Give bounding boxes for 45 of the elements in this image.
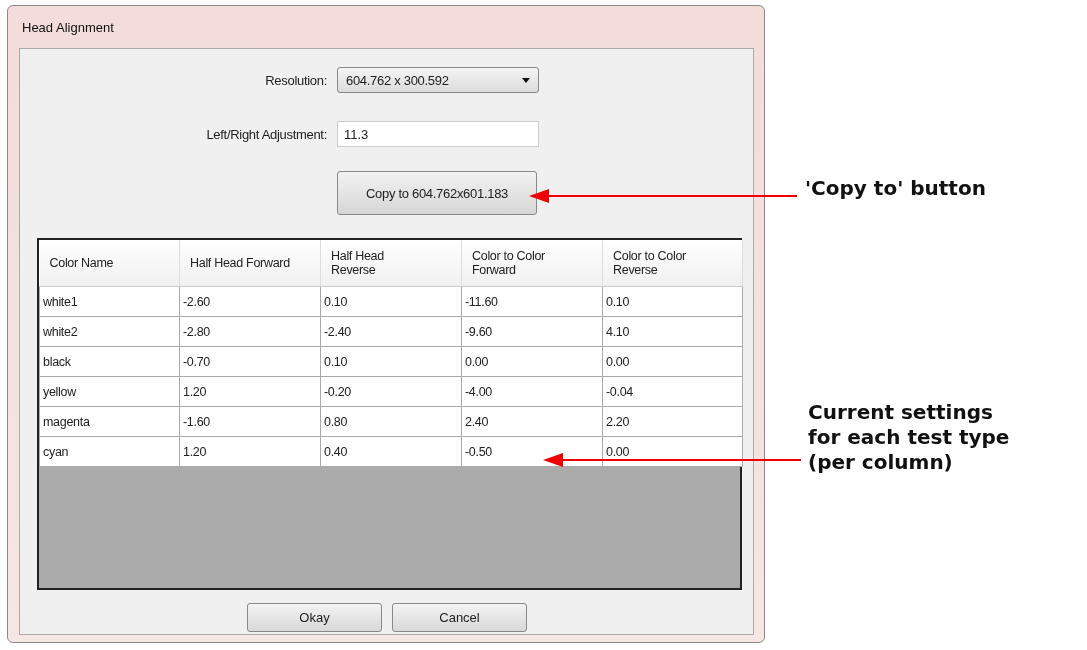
resolution-dropdown[interactable]: 604.762 x 300.592 [337, 67, 539, 93]
table-cell: 2.40 [461, 406, 603, 437]
callout-text: 'Copy to' button [805, 176, 986, 201]
table-cell: -0.04 [602, 376, 743, 407]
table-cell: 4.10 [602, 316, 743, 347]
table-cell: 0.80 [320, 406, 462, 437]
table-cell: 2.20 [602, 406, 743, 437]
callout-text: Current settings for each test type (per column) [808, 400, 1010, 475]
column-header[interactable]: Half Head Forward [179, 240, 321, 287]
table-cell: 0.00 [461, 346, 603, 377]
table-cell: -4.00 [461, 376, 603, 407]
field-label: Left/Right Adjustment: [205, 126, 328, 142]
table-cell: 0.10 [320, 346, 462, 377]
table-cell: yellow [39, 376, 180, 407]
table-cell: black [39, 346, 180, 377]
table-cell: white1 [39, 286, 180, 317]
column-header[interactable]: Color to Color Reverse [602, 240, 743, 287]
okay-button[interactable]: Okay [247, 603, 382, 632]
window-title: Head Alignment [21, 19, 115, 37]
column-header[interactable]: Half Head Reverse [320, 240, 462, 287]
table-cell: -1.60 [179, 406, 321, 437]
table-cell: 0.10 [320, 286, 462, 317]
table-cell: 0.40 [320, 436, 462, 467]
table-cell: -9.60 [461, 316, 603, 347]
column-header[interactable]: Color Name [39, 240, 180, 287]
table-cell: -2.60 [179, 286, 321, 317]
table-cell: -2.80 [179, 316, 321, 347]
table-cell: -2.40 [320, 316, 462, 347]
table-cell: 0.00 [602, 346, 743, 377]
copy-button[interactable]: Copy to 604.762x601.183 [337, 171, 537, 215]
table-cell: 0.00 [602, 436, 743, 467]
table-cell: white2 [39, 316, 180, 347]
table-cell: 0.10 [602, 286, 743, 317]
table-cell: 1.20 [179, 376, 321, 407]
table-cell: cyan [39, 436, 180, 467]
cancel-button[interactable]: Cancel [392, 603, 527, 632]
table-cell: magenta [39, 406, 180, 437]
table-cell: 1.20 [179, 436, 321, 467]
caret-icon [522, 77, 530, 83]
table-cell: -0.20 [320, 376, 462, 407]
table-cell: -0.70 [179, 346, 321, 377]
input-field[interactable]: 11.3 [337, 121, 539, 147]
field-label: Resolution: [264, 72, 328, 88]
table-cell: -11.60 [461, 286, 603, 317]
column-header[interactable]: Color to Color Forward [461, 240, 603, 287]
